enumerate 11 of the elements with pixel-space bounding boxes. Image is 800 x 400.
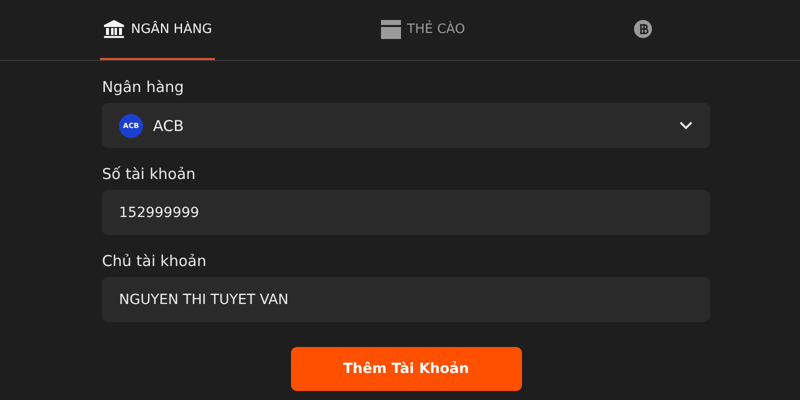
tab[interactable]: THẺ CÀO [381, 0, 632, 60]
field-label: Số tài khoản [102, 165, 197, 183]
coin-icon [634, 20, 652, 38]
tab[interactable]: NGÂN HÀNG [100, 0, 216, 60]
input-field[interactable]: 152999999 [102, 190, 710, 235]
bank-icon [103, 19, 125, 39]
field-label: Ngân hàng [102, 78, 185, 96]
input-field[interactable]: NGUYEN THI TUYET VAN [102, 277, 710, 322]
chevron-down-icon [679, 121, 693, 130]
field-label: Chủ tài khoản [102, 252, 208, 270]
card-icon [381, 20, 402, 38]
